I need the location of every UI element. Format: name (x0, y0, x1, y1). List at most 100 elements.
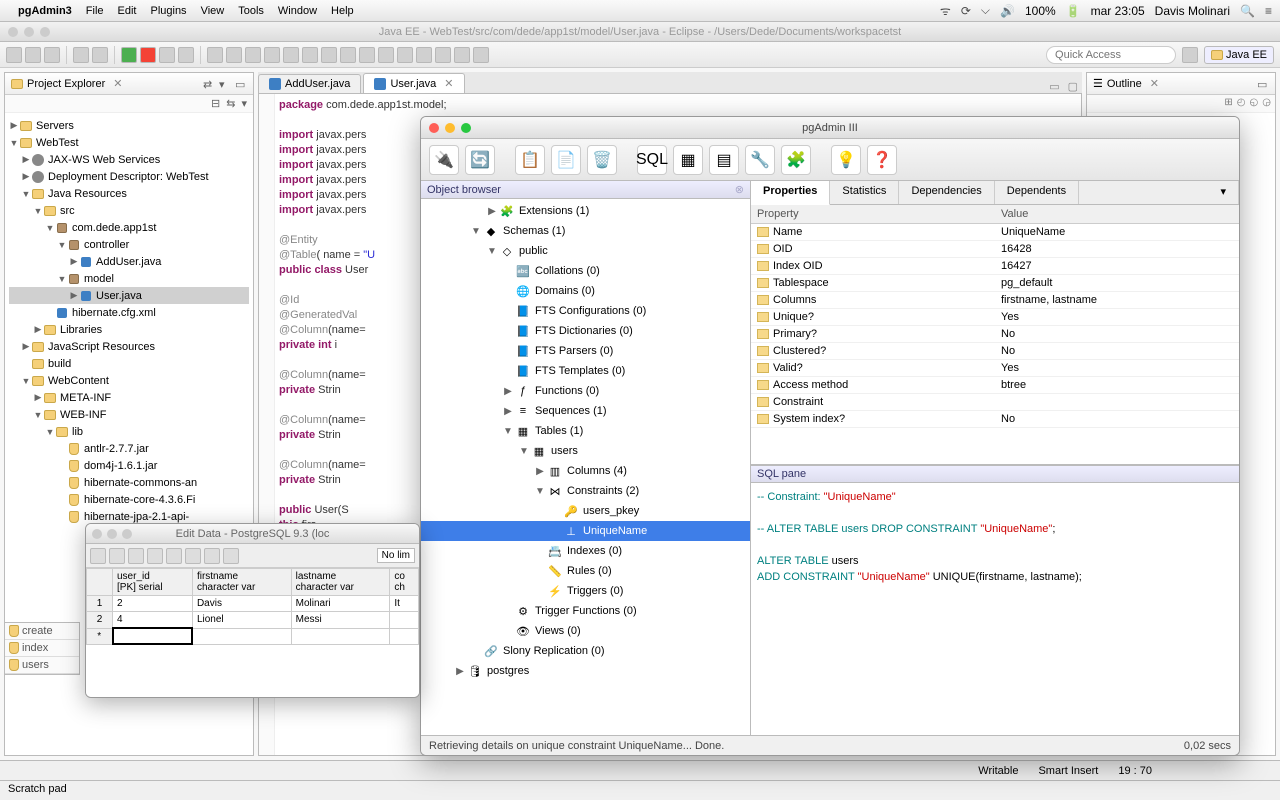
tree-item[interactable]: antlr-2.7.7.jar (9, 440, 249, 457)
sync-icon[interactable]: ⟳ (961, 4, 971, 18)
volume-icon[interactable]: 🔊 (1000, 4, 1015, 18)
tool-icon[interactable] (226, 47, 242, 63)
tree-item[interactable]: ▼Java Resources (9, 185, 249, 202)
menu-file[interactable]: File (86, 5, 104, 17)
tree-item[interactable]: ▶JavaScript Resources (9, 338, 249, 355)
menu-plugins[interactable]: Plugins (150, 5, 186, 17)
minimize-icon[interactable]: ▭ (1045, 80, 1063, 93)
property-row[interactable]: System index?No (751, 411, 1239, 428)
tool-icon[interactable] (73, 47, 89, 63)
tab-properties[interactable]: Properties (751, 181, 830, 205)
ob-item[interactable]: 📘FTS Configurations (0) (421, 301, 750, 321)
close-icon[interactable]: ⊗ (735, 183, 744, 196)
close-icon[interactable]: ✕ (444, 77, 453, 90)
tree-item[interactable]: ▶JAX-WS Web Services (9, 151, 249, 168)
ob-item[interactable]: ▶≡Sequences (1) (421, 401, 750, 421)
tool-icon[interactable] (245, 47, 261, 63)
eclipse-traffic-lights[interactable] (8, 27, 50, 37)
wrench-icon[interactable]: 🔧 (745, 145, 775, 175)
tree-item[interactable]: ▶User.java (9, 287, 249, 304)
ob-item[interactable]: ⚡Triggers (0) (421, 581, 750, 601)
sql-icon[interactable]: SQL (637, 145, 667, 175)
close-icon[interactable]: ✕ (1150, 77, 1159, 90)
ob-item[interactable]: 🔗Slony Replication (0) (421, 641, 750, 661)
saveall-icon[interactable] (44, 47, 60, 63)
save-icon[interactable] (25, 47, 41, 63)
tool-icon[interactable] (359, 47, 375, 63)
property-row[interactable]: Access methodbtree (751, 377, 1239, 394)
ob-item[interactable]: ▶🧩Extensions (1) (421, 201, 750, 221)
tree-item[interactable]: ▼model (9, 270, 249, 287)
tree-item[interactable]: ▼src (9, 202, 249, 219)
tool-icon[interactable] (321, 47, 337, 63)
tool-icon[interactable] (340, 47, 356, 63)
quick-access-input[interactable] (1046, 46, 1176, 64)
pgadmin-window[interactable]: pgAdmin III 🔌 🔄 📋 📄 🗑️ SQL ▦ ▤ 🔧 🧩 💡 ❓ O… (420, 116, 1240, 756)
ob-item[interactable]: 📇Indexes (0) (421, 541, 750, 561)
filter-icon[interactable]: ◵ (1250, 97, 1259, 110)
property-row[interactable]: Valid?Yes (751, 360, 1239, 377)
tool-icon[interactable] (454, 47, 470, 63)
run-icon[interactable] (121, 47, 137, 63)
maximize-icon[interactable]: ▢ (1064, 80, 1082, 93)
min-icon[interactable]: ▭ (235, 78, 247, 90)
editdata-titlebar[interactable]: Edit Data - PostgreSQL 9.3 (loc (86, 524, 419, 544)
delete-icon[interactable] (185, 548, 201, 564)
grid-icon[interactable]: ▦ (673, 145, 703, 175)
save-icon[interactable] (90, 548, 106, 564)
menu-window[interactable]: Window (278, 5, 317, 17)
notification-icon[interactable]: ≡ (1265, 4, 1272, 18)
tab-users[interactable]: users (5, 657, 79, 674)
tab-menu-icon[interactable]: ▾ (1208, 181, 1239, 204)
debug-icon[interactable] (140, 47, 156, 63)
menu-edit[interactable]: Edit (118, 5, 137, 17)
close-icon[interactable] (429, 123, 439, 133)
plugin-icon[interactable]: 🧩 (781, 145, 811, 175)
close-icon[interactable]: ✕ (113, 77, 122, 90)
ob-item[interactable]: 🔑users_pkey (421, 501, 750, 521)
delete-icon[interactable]: 🗑️ (587, 145, 617, 175)
ob-item[interactable]: ▶▥Columns (4) (421, 461, 750, 481)
wifi-icon[interactable]: ᯤ (940, 2, 951, 19)
tool-icon[interactable] (178, 47, 194, 63)
tool-icon[interactable] (302, 47, 318, 63)
minimize-icon[interactable] (445, 123, 455, 133)
tab-index[interactable]: index (5, 640, 79, 657)
create-icon[interactable]: 📄 (551, 145, 581, 175)
limit-select[interactable]: No lim (377, 548, 415, 563)
properties-table[interactable]: PropertyValue NameUniqueNameOID16428Inde… (751, 205, 1239, 465)
tool-icon[interactable] (223, 548, 239, 564)
help-icon[interactable]: ❓ (867, 145, 897, 175)
ob-item[interactable]: 🔤Collations (0) (421, 261, 750, 281)
plug-icon[interactable]: 🔌 (429, 145, 459, 175)
tree-item[interactable]: build (9, 355, 249, 372)
tool-icon[interactable] (159, 47, 175, 63)
perspective-icon[interactable] (1182, 47, 1198, 63)
tree-item[interactable]: ▶Deployment Descriptor: WebTest (9, 168, 249, 185)
min-icon[interactable]: ▭ (1257, 78, 1269, 90)
tree-item[interactable]: ▶AddUser.java (9, 253, 249, 270)
refresh-icon[interactable] (204, 548, 220, 564)
hint-icon[interactable]: 💡 (831, 145, 861, 175)
ob-item[interactable]: ▼▦Tables (1) (421, 421, 750, 441)
property-row[interactable]: Constraint (751, 394, 1239, 411)
user-name[interactable]: Davis Molinari (1155, 4, 1230, 18)
filter-icon[interactable]: ▤ (709, 145, 739, 175)
ob-item[interactable]: ⊥UniqueName (421, 521, 750, 541)
outline-tab[interactable]: ☰ Outline ✕ ▭ (1087, 73, 1275, 95)
ob-item[interactable]: 🌐Domains (0) (421, 281, 750, 301)
ob-item[interactable]: ▶🛢postgres (421, 661, 750, 681)
collapse-all-icon[interactable]: ⊟ (211, 97, 220, 110)
property-row[interactable]: Unique?Yes (751, 309, 1239, 326)
ob-item[interactable]: 📘FTS Dictionaries (0) (421, 321, 750, 341)
tool-icon[interactable] (397, 47, 413, 63)
tool-icon[interactable] (92, 47, 108, 63)
view-menu-icon[interactable]: ▾ (241, 97, 247, 110)
ob-item[interactable]: 📘FTS Parsers (0) (421, 341, 750, 361)
property-row[interactable]: NameUniqueName (751, 224, 1239, 241)
properties-icon[interactable]: 📋 (515, 145, 545, 175)
tool-icon[interactable] (416, 47, 432, 63)
ob-item[interactable]: 📏Rules (0) (421, 561, 750, 581)
tool-icon[interactable] (473, 47, 489, 63)
tool-icon[interactable] (435, 47, 451, 63)
